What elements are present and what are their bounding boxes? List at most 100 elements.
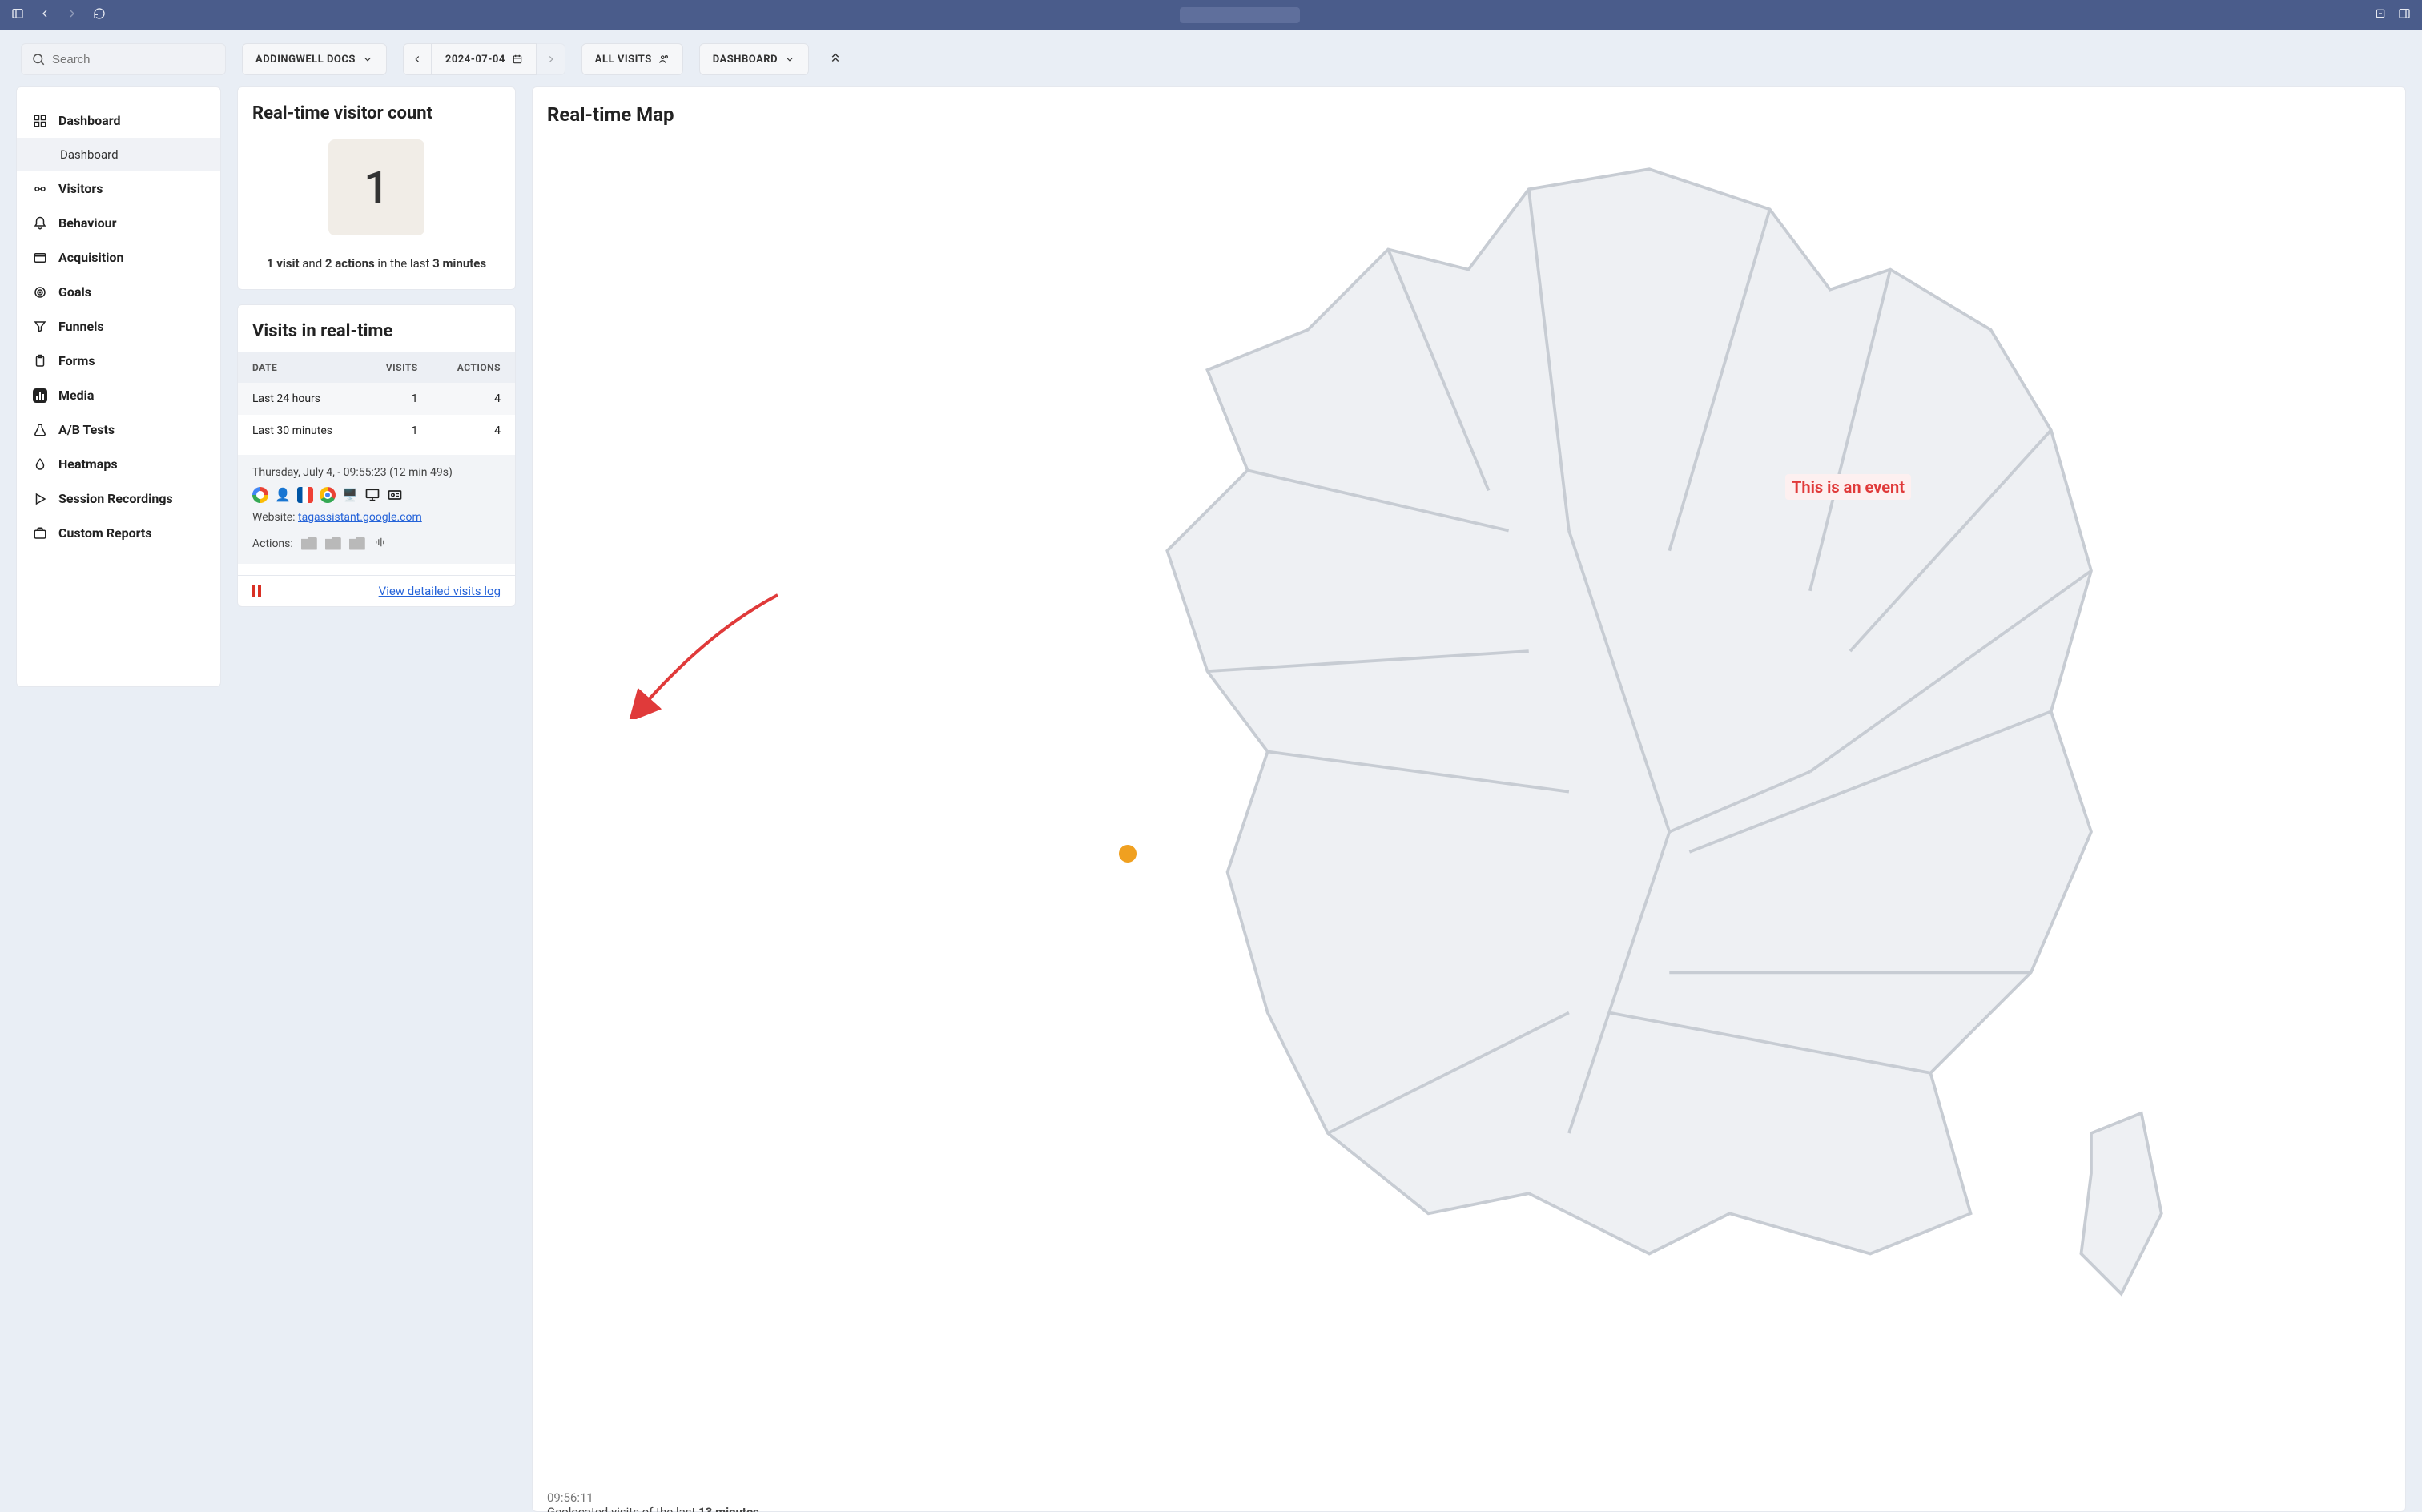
folder-icon[interactable] [301,537,317,550]
sidebar-item-label: Forms [58,353,95,368]
sidebar-item-goals[interactable]: Goals [17,275,220,309]
sidebar-item-forms[interactable]: Forms [17,344,220,378]
date-range-selector: 2024-07-04 [403,43,565,75]
sidebar-item-acquisition[interactable]: Acquisition [17,240,220,275]
summary-visits: 1 visit [267,256,300,271]
website-link[interactable]: tagassistant.google.com [298,511,422,524]
map-note-pre: Geolocated visits of the last [547,1505,698,1512]
sidebar-toggle-icon[interactable] [11,7,24,23]
summary-and: and [300,256,325,271]
france-map-svg [739,129,2391,1334]
clipboard-icon [33,354,47,368]
visitor-count-card: Real-time visitor count 1 1 visit and 2 … [237,86,516,290]
chevron-down-icon [362,54,373,65]
sidebar: Dashboard Dashboard Visitors Behaviour A… [16,86,221,687]
sidebar-subitem-dashboard[interactable]: Dashboard [17,138,220,171]
sidebar-item-funnels[interactable]: Funnels [17,309,220,344]
row-label: Last 30 minutes [238,415,363,447]
project-selector[interactable]: ADDINGWELL DOCS [242,43,387,75]
visits-card-footer: View detailed visits log [238,575,515,606]
date-prev-button[interactable] [403,43,432,75]
visitor-count-value: 1 [364,161,389,214]
search-icon [31,52,46,66]
sidebar-item-label: Acquisition [58,250,123,265]
realtime-visits-table: DATE VISITS ACTIONS Last 24 hours 1 4 La… [238,352,515,447]
row-actions: 4 [432,383,515,415]
visitor-count-big-number: 1 [328,139,424,235]
nav-reload-icon[interactable] [93,7,106,23]
sidebar-item-custom-reports[interactable]: Custom Reports [17,516,220,550]
sidebar-item-label: Goals [58,284,91,300]
sidebar-item-label: Dashboard [58,113,120,128]
table-row[interactable]: Last 30 minutes 1 4 [238,415,515,447]
date-next-button[interactable] [537,43,565,75]
th-actions: ACTIONS [432,352,515,383]
sidebar-item-heatmaps[interactable]: Heatmaps [17,447,220,481]
th-date: DATE [238,352,363,383]
calendar-icon [512,54,523,65]
target-icon [33,285,47,300]
visit-timestamp: Thursday, July 4, - 09:55:23 (12 min 49s… [252,466,501,479]
sidebar-item-media[interactable]: Media [17,378,220,412]
chevron-right-icon [545,54,557,65]
google-icon [252,487,268,503]
pause-button[interactable] [252,585,261,597]
segment-selector-label: ALL VISITS [595,54,652,66]
share-icon[interactable] [2374,7,2387,23]
summary-actions: 2 actions [325,256,375,271]
sidebar-item-label: Custom Reports [58,525,152,541]
browser-icon [33,251,47,265]
sidebar-item-label: Media [58,388,94,403]
segment-selector[interactable]: ALL VISITS [581,43,683,75]
play-icon [33,492,47,506]
folder-icon[interactable] [349,537,365,550]
map-visitor-dot[interactable] [1119,845,1137,863]
table-row[interactable]: Last 24 hours 1 4 [238,383,515,415]
view-visits-log-link[interactable]: View detailed visits log [379,584,501,598]
sidebar-item-dashboard[interactable]: Dashboard [17,103,220,138]
url-bar[interactable] [120,7,2360,23]
actions-label: Actions: [252,537,293,550]
nav-forward-icon [66,7,78,23]
visits-realtime-card: Visits in real-time DATE VISITS ACTIONS … [237,304,516,607]
sidebar-item-visitors[interactable]: Visitors [17,171,220,206]
sidebar-item-label: A/B Tests [58,422,115,437]
visit-icons: 👤 🖥️ [252,487,501,503]
map-note: Geolocated visits of the last 13 minutes [547,1505,759,1512]
folder-icon[interactable] [325,537,341,550]
bell-icon [33,216,47,231]
top-toolbar: ADDINGWELL DOCS 2024-07-04 ALL VISITS DA… [8,38,2414,86]
grid-icon [33,114,47,128]
sidebar-item-abtests[interactable]: A/B Tests [17,412,220,447]
sidebar-item-label: Behaviour [58,215,116,231]
date-picker-button[interactable]: 2024-07-04 [432,43,537,75]
date-picker-label: 2024-07-04 [445,54,505,66]
event-icon[interactable] [373,535,388,553]
realtime-map-title: Real-time Map [547,103,2391,126]
project-selector-label: ADDINGWELL DOCS [255,54,356,66]
france-flag-icon [297,487,313,503]
sidebar-item-label: Heatmaps [58,456,118,472]
double-chevron-up-icon [828,50,843,65]
visits-realtime-title: Visits in real-time [252,321,501,341]
users-icon [658,54,670,65]
visit-detail-block[interactable]: Thursday, July 4, - 09:55:23 (12 min 49s… [238,455,515,564]
view-selector[interactable]: DASHBOARD [699,43,809,75]
flask-icon [33,423,47,437]
row-visits: 1 [363,383,432,415]
realtime-map-card: Real-time Map [532,86,2406,1512]
visitors-icon [33,182,47,196]
search-input-container[interactable] [21,43,226,75]
row-visits: 1 [363,415,432,447]
chrome-icon [320,487,336,503]
browser-top-bar [0,0,2422,30]
nav-back-icon[interactable] [38,7,51,23]
funnel-icon [33,320,47,334]
search-input[interactable] [52,53,215,66]
panel-icon[interactable] [2398,7,2411,23]
chevron-left-icon [412,54,423,65]
sidebar-item-session-recordings[interactable]: Session Recordings [17,481,220,516]
collapse-all-button[interactable] [828,50,843,68]
sidebar-item-behaviour[interactable]: Behaviour [17,206,220,240]
map-area[interactable] [547,126,2391,1495]
